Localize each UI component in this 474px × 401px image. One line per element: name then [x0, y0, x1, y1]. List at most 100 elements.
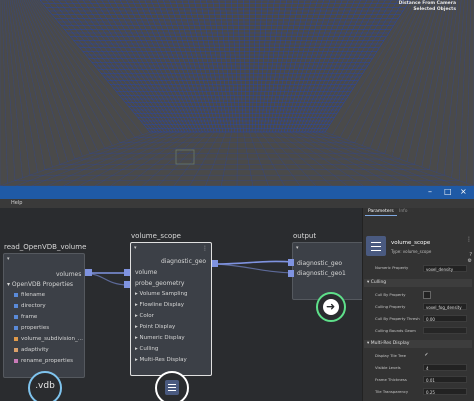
- multires-row-label: Display Tile Tree: [375, 353, 406, 358]
- culling-bounds-field[interactable]: [423, 327, 467, 334]
- scope-output-label: diagnostic_geo: [161, 258, 207, 265]
- section-culling[interactable]: ▾ Culling: [364, 279, 472, 287]
- property-swatch: [14, 336, 18, 341]
- output-input-port-1[interactable]: [288, 270, 294, 277]
- scope-badge: [155, 371, 189, 401]
- scope-input-port-probe[interactable]: [124, 281, 130, 288]
- menu-help[interactable]: Help: [11, 200, 22, 206]
- cull-by-property-checkbox[interactable]: [423, 291, 431, 299]
- volume-scope-node[interactable]: ▾ ⋮ diagnostic_geo volume probe_geometry…: [130, 242, 212, 376]
- read-node-property[interactable]: filename: [14, 292, 45, 298]
- params-node-name: volume_scope: [391, 240, 431, 246]
- group-label: Culling: [139, 346, 159, 352]
- display-tile-tree-checkbox[interactable]: ✓: [423, 352, 430, 359]
- culling-row-label: Culling Property: [375, 304, 406, 309]
- params-settings-icon[interactable]: ⚙: [468, 258, 472, 264]
- hud-selected-objects-label: Selected Objects: [413, 7, 456, 12]
- node-graph[interactable]: read_OpenVDB_volume ▾ volumes ▾ OpenVDB …: [0, 208, 362, 401]
- window-titlebar: – □ ×: [0, 186, 474, 199]
- group-label: Point Display: [139, 324, 176, 330]
- output-port-label-1: diagnostic_geo1: [297, 270, 346, 277]
- read-node-output-port[interactable]: [85, 269, 92, 276]
- numeric-property-label: Numeric Property: [375, 265, 409, 270]
- property-swatch: [14, 358, 18, 363]
- multires-row-label: Tile Transparency: [375, 389, 409, 394]
- scope-group-header[interactable]: ▸ Volume Sampling: [135, 291, 187, 297]
- culling-row-label: Cull By Property Thresh: [375, 316, 420, 321]
- multires-row-field[interactable]: 0.01: [423, 376, 467, 383]
- minimize-icon[interactable]: –: [428, 187, 432, 197]
- property-swatch: [14, 314, 18, 319]
- group-label: Volume Sampling: [139, 291, 188, 297]
- scope-group-header[interactable]: ▸ Color: [135, 313, 154, 319]
- node-menu-icon[interactable]: ⋮: [202, 245, 208, 252]
- read-node-property[interactable]: volume_subdivision_...: [14, 336, 83, 342]
- property-swatch: [14, 303, 18, 308]
- read-node-property[interactable]: properties: [14, 325, 49, 331]
- params-node-type: Type: volume_scope: [391, 249, 432, 254]
- group-label: Flowline Display: [139, 302, 185, 308]
- collapse-arrow-icon[interactable]: ▾: [134, 245, 137, 251]
- output-node-title: output: [293, 232, 317, 240]
- property-label: volume_subdivision_...: [21, 336, 84, 342]
- multires-row-label: Visible Levels: [375, 365, 401, 370]
- read-node-title: read_OpenVDB_volume: [4, 243, 87, 251]
- property-label: rename_properties: [21, 358, 73, 364]
- scope-input-probe-label: probe_geometry: [135, 280, 185, 287]
- property-swatch: [14, 347, 18, 352]
- output-node[interactable]: ▾ diagnostic_geo diagnostic_geo1: [292, 242, 362, 300]
- section-multi-res-display[interactable]: ▾ Multi-Res Display: [364, 340, 472, 348]
- tab-info[interactable]: Info: [396, 208, 411, 215]
- property-swatch: [14, 292, 18, 297]
- menu-bar: Help: [0, 199, 474, 208]
- multires-row-field[interactable]: 0.25: [423, 388, 467, 395]
- culling-row-label: Cull By Property: [375, 292, 406, 297]
- read-node-property[interactable]: rename_properties: [14, 358, 73, 364]
- arrow-right-icon: ➜: [323, 299, 339, 315]
- property-label: filename: [21, 292, 45, 298]
- property-label: properties: [21, 325, 50, 331]
- culling-row-label: Culling Bounds Geom: [375, 328, 416, 333]
- collapse-arrow-icon[interactable]: ▾: [296, 245, 299, 251]
- scope-node-title: volume_scope: [131, 232, 181, 240]
- property-swatch: [14, 325, 18, 330]
- maximize-icon[interactable]: □: [444, 187, 452, 197]
- scope-group-header[interactable]: ▸ Multi-Res Display: [135, 357, 187, 363]
- multires-row-label: Frame Thickness: [375, 377, 407, 382]
- output-badge: ➜: [316, 292, 346, 322]
- scope-group-header[interactable]: ▸ Flowline Display: [135, 302, 184, 308]
- scope-badge-icon: [165, 380, 179, 395]
- numeric-property-field[interactable]: voxel_density: [423, 265, 467, 272]
- group-label: Numeric Display: [139, 335, 185, 341]
- tab-parameters[interactable]: Parameters: [365, 208, 397, 216]
- read-openvdb-node[interactable]: ▾ volumes ▾ OpenVDB Properties filename d…: [3, 253, 85, 378]
- group-label: Color: [139, 313, 154, 319]
- scope-output-port[interactable]: [212, 260, 218, 267]
- read-node-output-label: volumes: [56, 271, 82, 278]
- property-label: adaptivity: [21, 347, 49, 353]
- read-node-property[interactable]: adaptivity: [14, 347, 49, 353]
- hud-distance-label: Distance From Camera: [398, 1, 456, 6]
- 3d-viewport[interactable]: Distance From Camera Selected Objects: [0, 0, 474, 186]
- params-menu-icon[interactable]: ⋮: [466, 236, 472, 243]
- property-label: frame: [21, 314, 38, 320]
- scope-input-volume-label: volume: [135, 269, 158, 276]
- scope-group-header[interactable]: ▸ Numeric Display: [135, 335, 185, 341]
- culling-row-field[interactable]: voxel_fog_density: [423, 303, 467, 310]
- output-input-port-0[interactable]: [288, 259, 294, 266]
- wire-diagnostic-to-output: [215, 260, 295, 265]
- culling-row-field[interactable]: 0.00: [423, 315, 467, 322]
- scope-group-header[interactable]: ▸ Culling: [135, 346, 158, 352]
- vdb-badge: .vdb: [28, 371, 62, 401]
- scope-group-header[interactable]: ▸ Point Display: [135, 324, 175, 330]
- vdb-badge-label: .vdb: [35, 381, 55, 391]
- read-node-property[interactable]: frame: [14, 314, 37, 320]
- multires-row-field[interactable]: 4: [423, 364, 467, 371]
- openvdb-section-header[interactable]: ▾ OpenVDB Properties: [7, 281, 73, 288]
- property-label: directory: [21, 303, 46, 309]
- close-icon[interactable]: ×: [460, 187, 467, 197]
- group-label: Multi-Res Display: [139, 357, 187, 363]
- collapse-arrow-icon[interactable]: ▾: [7, 256, 10, 262]
- read-node-property[interactable]: directory: [14, 303, 46, 309]
- scope-input-port-volume[interactable]: [124, 269, 130, 276]
